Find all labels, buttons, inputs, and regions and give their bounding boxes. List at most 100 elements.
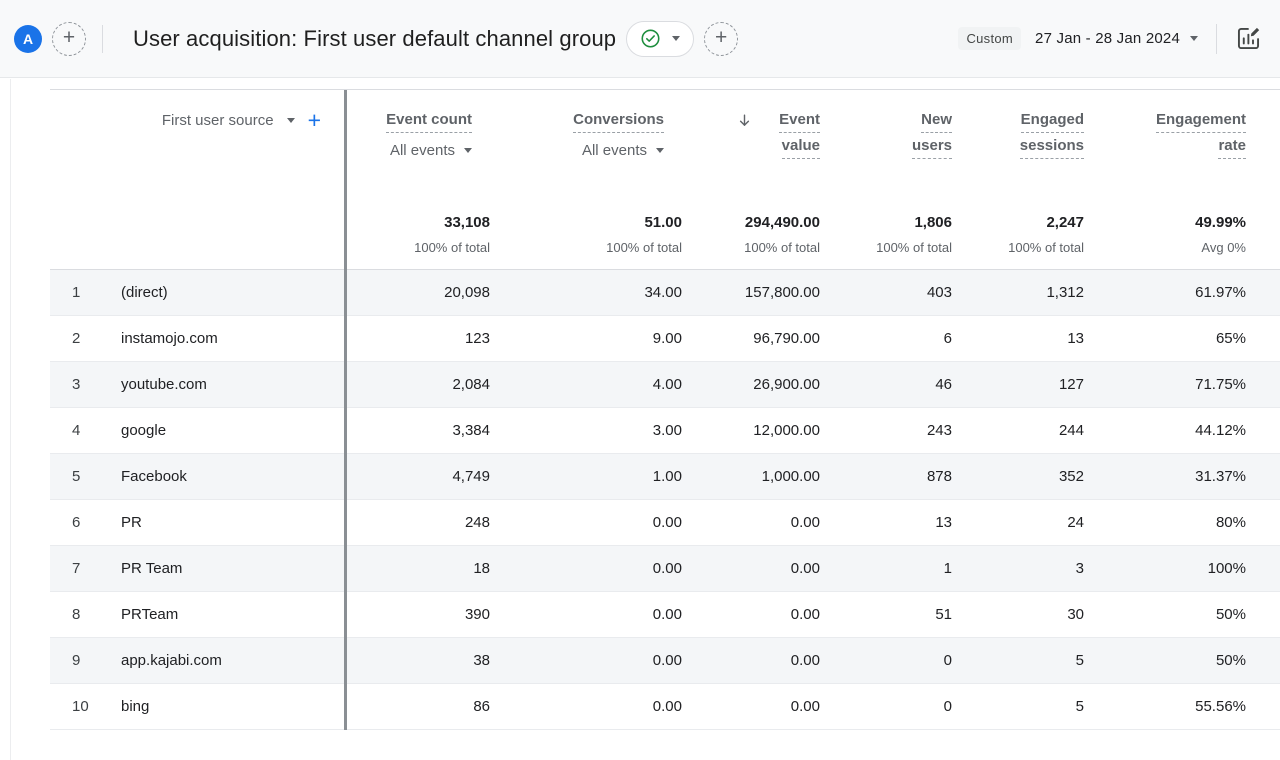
metric-value: 0.00 [690,592,830,637]
total-value: 51.00 [644,214,682,231]
metric-value: 30 [962,592,1094,637]
metric-value: 4,749 [345,454,500,499]
metric-value: 5 [962,684,1094,729]
row-index: 10 [72,698,121,715]
metric-value: 0.00 [690,638,830,683]
metric-value: 24 [962,500,1094,545]
metric-value: 50% [1094,592,1280,637]
table-row: 7 PR Team 180.000.0013100% [50,546,1280,592]
row-source: youtube.com [121,376,207,393]
metric-filter-dropdown[interactable]: All events [390,142,472,159]
metric-header-cell[interactable]: Eventvalue [690,90,830,198]
total-cell: 294,490.00 100% of total [690,198,830,269]
metric-value: 243 [830,408,962,453]
metric-filter-dropdown[interactable]: All events [582,142,664,159]
row-index: 9 [72,652,121,669]
table-row: 6 PR 2480.000.00132480% [50,500,1280,546]
chevron-down-icon [672,36,680,41]
row-source: Facebook [121,468,187,485]
metric-value: 38 [345,638,500,683]
metric-value: 244 [962,408,1094,453]
metric-value: 44.12% [1094,408,1280,453]
metric-value: 0.00 [690,684,830,729]
sort-descending-icon[interactable] [736,112,753,133]
plus-icon: + [715,27,727,48]
totals-row: 33,108 100% of total 51.00 100% of total… [50,198,1280,270]
row-source: PRTeam [121,606,178,623]
column-resize-divider[interactable] [344,90,347,730]
metric-value: 0.00 [500,592,690,637]
metric-header-cell[interactable]: Event count All events [345,90,500,198]
table-row: 5 Facebook 4,7491.001,000.0087835231.37% [50,454,1280,500]
dimension-cell: 10 bing [50,684,345,729]
total-subtext: 100% of total [744,240,820,255]
date-range-type-badge: Custom [958,27,1021,50]
metric-value: 157,800.00 [690,270,830,315]
table-row: 2 instamojo.com 1239.0096,790.0061365% [50,316,1280,362]
total-value: 2,247 [1046,214,1084,231]
date-range-selector[interactable]: 27 Jan - 28 Jan 2024 [1021,30,1198,47]
customize-report-button[interactable] [1235,25,1262,52]
total-cell: 51.00 100% of total [500,198,690,269]
add-block-button[interactable]: + [704,22,738,56]
row-source: (direct) [121,284,168,301]
row-source: instamojo.com [121,330,218,347]
metric-value: 96,790.00 [690,316,830,361]
add-comparison-button[interactable]: + [52,22,86,56]
row-index: 4 [72,422,121,439]
total-cell: 1,806 100% of total [830,198,962,269]
dimension-selector[interactable]: First user source [162,112,295,129]
metric-label[interactable]: Newusers [912,111,952,163]
metric-value: 127 [962,362,1094,407]
metric-value: 123 [345,316,500,361]
metric-label[interactable]: Eventvalue [779,111,820,163]
metric-value: 2,084 [345,362,500,407]
total-subtext: 100% of total [876,240,952,255]
metric-value: 9.00 [500,316,690,361]
metric-value: 0 [830,638,962,683]
metric-filter-label: All events [582,142,647,159]
chevron-down-icon [464,148,472,153]
metric-label[interactable]: Engagedsessions [1020,111,1084,163]
metric-value: 50% [1094,638,1280,683]
chevron-down-icon [287,118,295,123]
avatar[interactable]: A [14,25,42,53]
metric-value: 4.00 [500,362,690,407]
date-range-text: 27 Jan - 28 Jan 2024 [1035,30,1180,47]
row-index: 1 [72,284,121,301]
dimension-cell: 2 instamojo.com [50,316,345,361]
totals-empty-cell [50,198,345,269]
total-cell: 49.99% Avg 0% [1094,198,1280,269]
report-state-menu[interactable] [626,21,694,57]
metric-value: 55.56% [1094,684,1280,729]
table-row: 4 google 3,3843.0012,000.0024324444.12% [50,408,1280,454]
metric-value: 390 [345,592,500,637]
metric-value: 31.37% [1094,454,1280,499]
metric-value: 34.00 [500,270,690,315]
total-value: 294,490.00 [745,214,820,231]
metric-value: 6 [830,316,962,361]
metric-label[interactable]: Conversions [573,111,664,137]
dimension-cell: 8 PRTeam [50,592,345,637]
metric-value: 13 [962,316,1094,361]
table-row: 9 app.kajabi.com 380.000.000550% [50,638,1280,684]
dimension-cell: 5 Facebook [50,454,345,499]
total-cell: 2,247 100% of total [962,198,1094,269]
metric-label[interactable]: Event count [386,111,472,137]
metric-header-cell[interactable]: Engagementrate [1094,90,1280,198]
row-source: PR [121,514,142,531]
total-cell: 33,108 100% of total [345,198,500,269]
metric-value: 100% [1094,546,1280,591]
metric-label[interactable]: Engagementrate [1156,111,1246,163]
metric-header-cell[interactable]: Engagedsessions [962,90,1094,198]
add-dimension-button[interactable]: + [308,109,321,132]
metric-value: 5 [962,638,1094,683]
topbar-divider [102,25,103,53]
metric-header-cell[interactable]: Newusers [830,90,962,198]
chevron-down-icon [656,148,664,153]
metric-value: 61.97% [1094,270,1280,315]
row-index: 7 [72,560,121,577]
metric-value: 0.00 [500,638,690,683]
metric-header-cell[interactable]: Conversions All events [500,90,690,198]
row-index: 5 [72,468,121,485]
